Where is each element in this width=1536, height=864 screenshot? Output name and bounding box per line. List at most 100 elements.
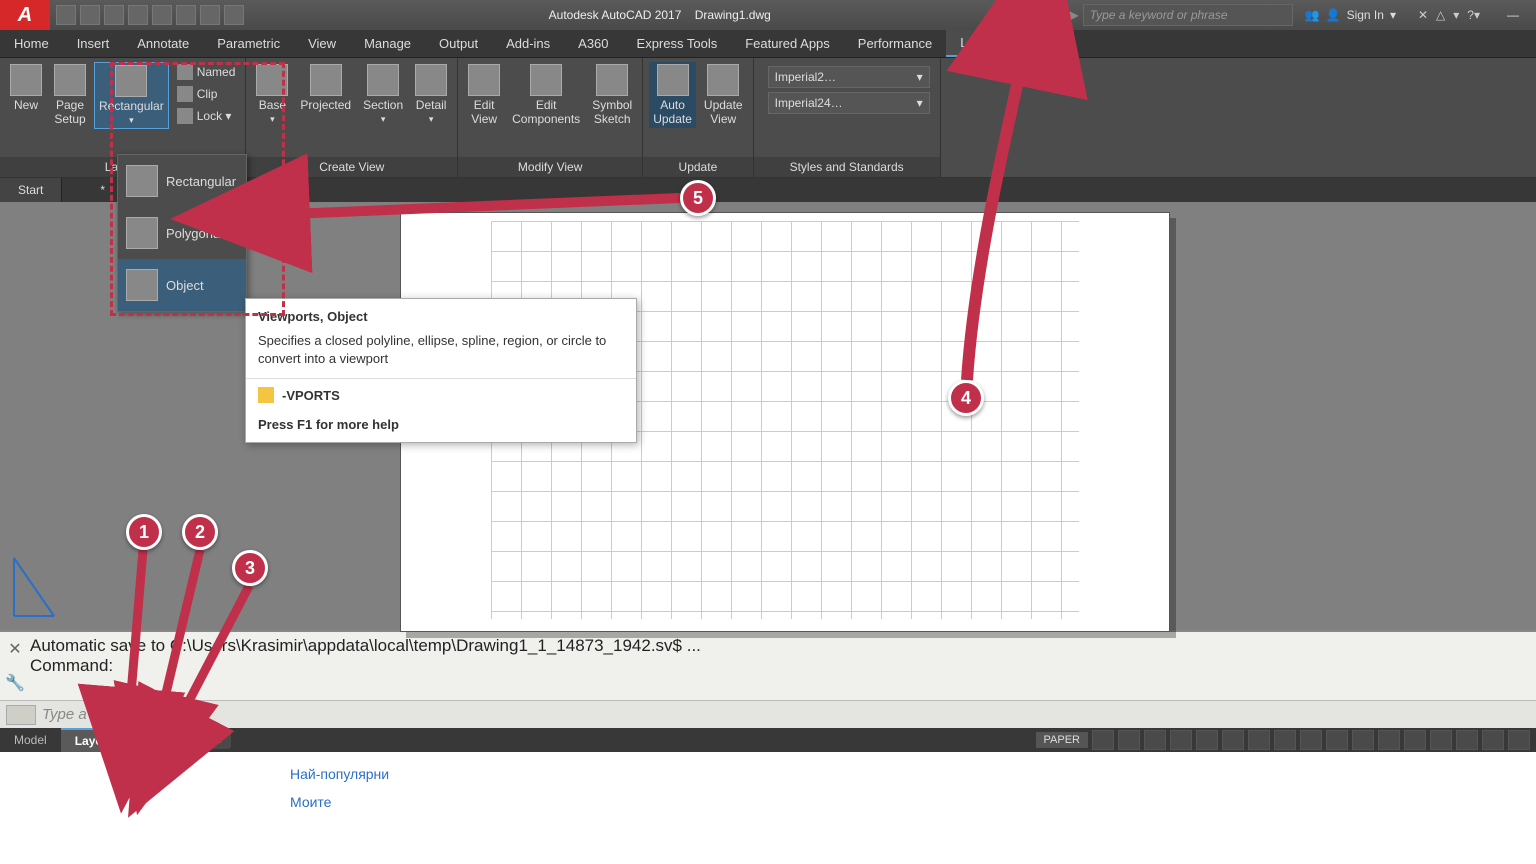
clean-screen-icon[interactable] bbox=[1482, 730, 1504, 750]
chevron-down-icon[interactable]: ▾ bbox=[1453, 8, 1459, 22]
style-combo[interactable]: Imperial24…▾ bbox=[768, 92, 930, 114]
ribbon-button-update-view[interactable]: Update View bbox=[700, 62, 747, 128]
link-mine[interactable]: Моите bbox=[290, 788, 1536, 816]
qat-more-icon[interactable] bbox=[224, 5, 244, 25]
title-text: Autodesk AutoCAD 2017 Drawing1.dwg bbox=[250, 8, 1069, 22]
polar-toggle-icon[interactable] bbox=[1170, 730, 1192, 750]
qat-open-icon[interactable] bbox=[80, 5, 100, 25]
otrack-toggle-icon[interactable] bbox=[1222, 730, 1244, 750]
ribbon-small-clip[interactable]: Clip bbox=[173, 84, 240, 104]
ribbon-button-section[interactable]: Section▾ bbox=[359, 62, 407, 127]
paper-model-toggle[interactable]: PAPER bbox=[1036, 732, 1088, 748]
cloud-icon[interactable]: △ bbox=[1436, 8, 1445, 22]
viewport-option-object[interactable]: Object bbox=[118, 259, 246, 311]
lineweight-icon[interactable] bbox=[1274, 730, 1296, 750]
ribbon-button-rectangular[interactable]: Rectangular▾ bbox=[94, 62, 169, 129]
tooltip-body: Specifies a closed polyline, ellipse, sp… bbox=[246, 328, 636, 378]
search-arrow-icon: ▶ bbox=[1069, 8, 1082, 22]
search-input[interactable]: Type a keyword or phrase bbox=[1083, 4, 1293, 26]
grid-toggle-icon[interactable] bbox=[1092, 730, 1114, 750]
qat-new-icon[interactable] bbox=[56, 5, 76, 25]
ribbon-icon bbox=[657, 64, 689, 96]
quickprops-icon[interactable] bbox=[1378, 730, 1400, 750]
ribbon-tab-add-ins[interactable]: Add-ins bbox=[492, 30, 564, 57]
layout-tab-layout1[interactable]: Layout1 bbox=[61, 728, 135, 752]
external-links: Най-популярни Моите bbox=[0, 752, 1536, 816]
style-combo[interactable]: Imperial2…▾ bbox=[768, 66, 930, 88]
start-tab[interactable]: Start bbox=[0, 178, 62, 202]
ribbon-button-base[interactable]: Base▾ bbox=[252, 62, 292, 127]
snap-toggle-icon[interactable] bbox=[1118, 730, 1140, 750]
ribbon-tab-insert[interactable]: Insert bbox=[63, 30, 124, 57]
exchange-icon[interactable]: ✕ bbox=[1418, 8, 1428, 22]
layout-tab-layout2[interactable]: Layout2 bbox=[135, 728, 206, 752]
ribbon-tab-manage[interactable]: Manage bbox=[350, 30, 425, 57]
ribbon-small-lock-▾[interactable]: Lock ▾ bbox=[173, 106, 240, 126]
link-popular[interactable]: Най-популярни bbox=[290, 760, 1536, 788]
ribbon-tab-a360[interactable]: A360 bbox=[564, 30, 622, 57]
qat-plot-icon[interactable] bbox=[152, 5, 172, 25]
hardware-icon[interactable] bbox=[1456, 730, 1478, 750]
ribbon-tab-view[interactable]: View bbox=[294, 30, 350, 57]
ribbon-button-symbol-sketch[interactable]: Symbol Sketch bbox=[588, 62, 636, 128]
selection-icon[interactable] bbox=[1326, 730, 1348, 750]
tooltip-command: -VPORTS bbox=[246, 378, 636, 411]
ribbon-button-auto-update[interactable]: Auto Update bbox=[649, 62, 696, 128]
help-icon[interactable]: ?▾ bbox=[1467, 8, 1480, 22]
layout-tab-model[interactable]: Model bbox=[0, 728, 61, 752]
signin-button[interactable]: 👥 👤 Sign In ▾ bbox=[1293, 8, 1408, 22]
ribbon-tab-performance[interactable]: Performance bbox=[844, 30, 946, 57]
units-icon[interactable] bbox=[1352, 730, 1374, 750]
ribbon-tab-featured-apps[interactable]: Featured Apps bbox=[731, 30, 844, 57]
ribbon-button-page-setup[interactable]: Page Setup bbox=[50, 62, 90, 128]
customize-icon[interactable] bbox=[1508, 730, 1530, 750]
anno-toggle-icon[interactable] bbox=[1248, 730, 1270, 750]
ribbon-tab-layout[interactable]: Layout bbox=[946, 30, 1013, 57]
annotation-badge-1: 1 bbox=[126, 514, 162, 550]
ribbon-button-detail[interactable]: Detail▾ bbox=[411, 62, 451, 127]
minimize-button[interactable]: — bbox=[1490, 0, 1536, 30]
command-prompt-icon[interactable] bbox=[6, 705, 36, 725]
panel-create-view: Base▾ProjectedSection▾Detail▾Create View bbox=[246, 58, 458, 177]
osnap-toggle-icon[interactable] bbox=[1196, 730, 1218, 750]
add-layout-tab[interactable]: + bbox=[209, 731, 231, 749]
ribbon-tab-parametric[interactable]: Parametric bbox=[203, 30, 294, 57]
ribbon-tab-home[interactable]: Home bbox=[0, 30, 63, 57]
qat-save-icon[interactable] bbox=[104, 5, 124, 25]
qat-undo-icon[interactable] bbox=[176, 5, 196, 25]
ribbon-small-named[interactable]: Named bbox=[173, 62, 240, 82]
ribbon-tab-annotate[interactable]: Annotate bbox=[123, 30, 203, 57]
viewport-option-icon bbox=[126, 165, 158, 197]
ribbon-button-projected[interactable]: Projected bbox=[296, 62, 355, 114]
command-input[interactable]: Type a command bbox=[42, 706, 157, 723]
ribbon-button-edit-components[interactable]: Edit Components bbox=[508, 62, 584, 128]
transparency-icon[interactable] bbox=[1300, 730, 1322, 750]
tooltip-title: Viewports, Object bbox=[246, 299, 636, 328]
ortho-toggle-icon[interactable] bbox=[1144, 730, 1166, 750]
ribbon-icon bbox=[256, 64, 288, 96]
isolate-icon[interactable] bbox=[1430, 730, 1452, 750]
small-icon bbox=[177, 64, 193, 80]
viewport-option-polygonal[interactable]: Polygonal bbox=[118, 207, 246, 259]
ribbon-icon bbox=[707, 64, 739, 96]
app-logo[interactable]: A bbox=[0, 0, 50, 30]
user-icon: 👤 bbox=[1326, 8, 1341, 22]
command-window: ✕ 🔧 Automatic save to C:\Users\Krasimir\… bbox=[0, 630, 1536, 700]
annotation-badge-2: 2 bbox=[182, 514, 218, 550]
ribbon-button-new[interactable]: New bbox=[6, 62, 46, 114]
qat-redo-icon[interactable] bbox=[200, 5, 220, 25]
command-input-row: Type a command bbox=[0, 700, 1536, 728]
viewport-option-rectangular[interactable]: Rectangular bbox=[118, 155, 246, 207]
infocenter-icon: 👥 bbox=[1305, 8, 1320, 22]
ribbon-tab-output[interactable]: Output bbox=[425, 30, 492, 57]
qat-saveas-icon[interactable] bbox=[128, 5, 148, 25]
close-cmd-icon[interactable]: ✕ bbox=[8, 639, 21, 659]
ribbon-icon bbox=[468, 64, 500, 96]
lock-ui-icon[interactable] bbox=[1404, 730, 1426, 750]
ribbon-button-edit-view[interactable]: Edit View bbox=[464, 62, 504, 128]
tooltip-box: Viewports, Object Specifies a closed pol… bbox=[245, 298, 637, 443]
wrench-icon[interactable]: 🔧 bbox=[5, 673, 25, 693]
ucs-icon bbox=[8, 552, 58, 622]
viewport-dropdown: RectangularPolygonalObject bbox=[117, 154, 247, 312]
ribbon-tab-express-tools[interactable]: Express Tools bbox=[623, 30, 732, 57]
